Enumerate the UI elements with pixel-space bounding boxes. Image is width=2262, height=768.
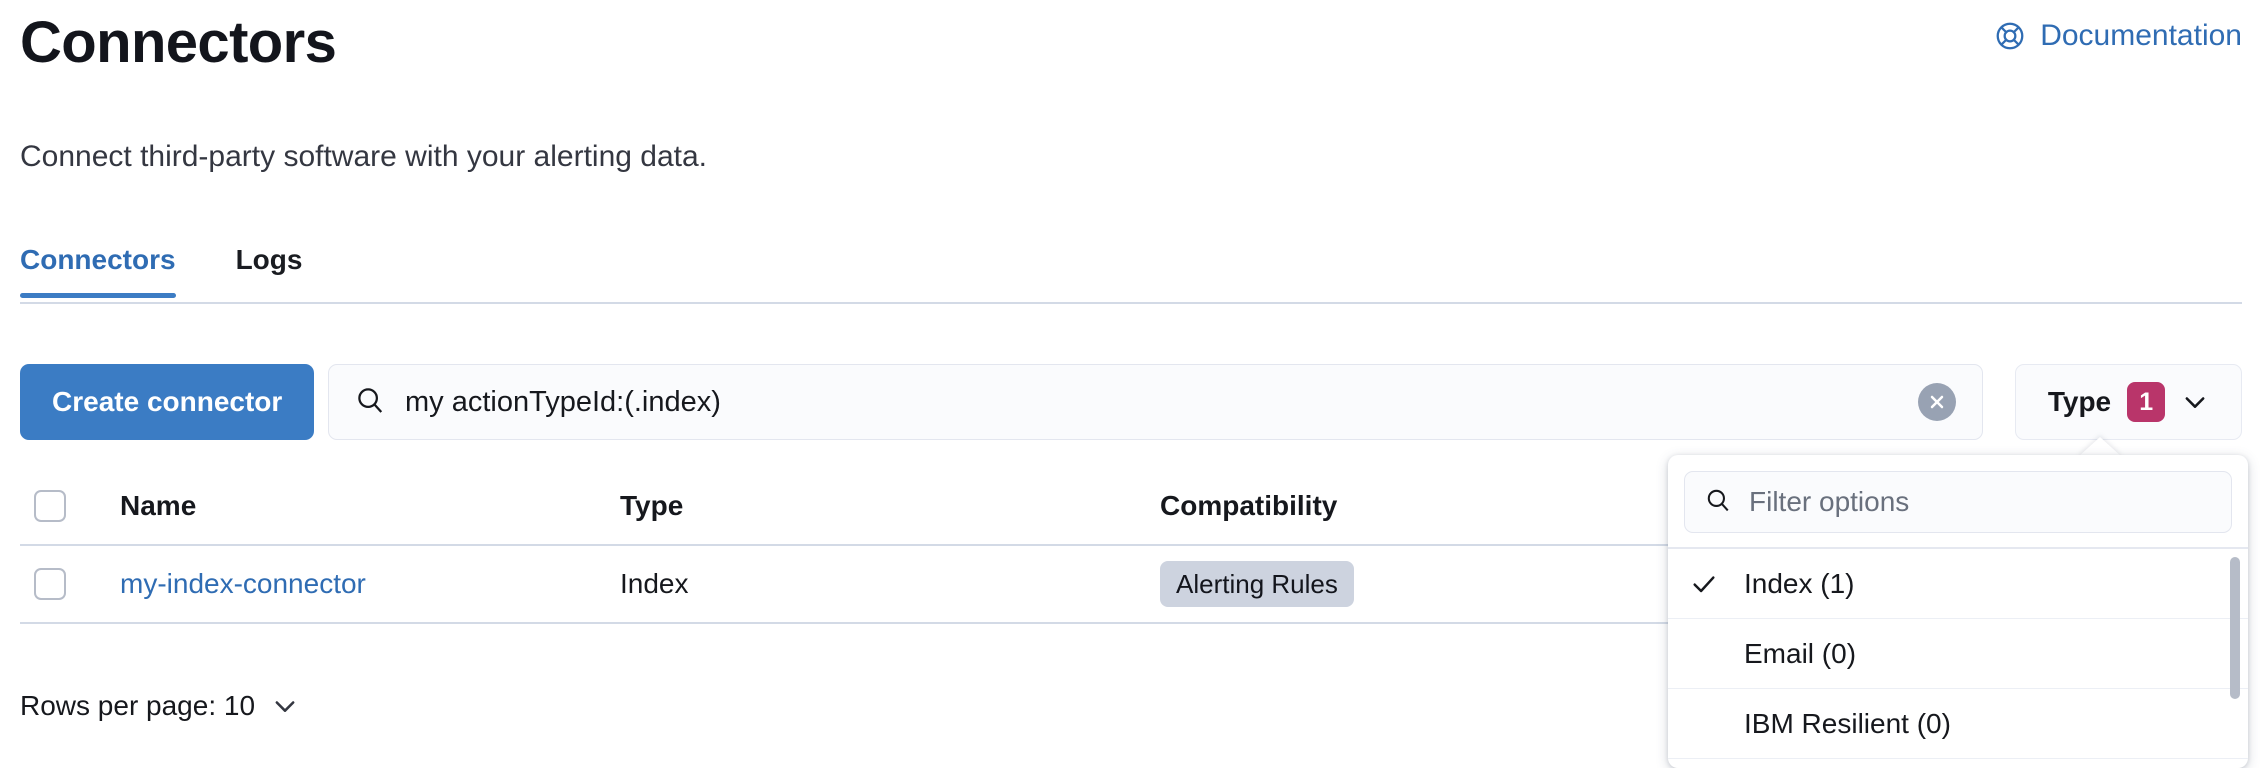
type-option-label: IBM Resilient (0): [1744, 708, 1951, 740]
help-lifebuoy-icon: [1994, 20, 2026, 52]
compatibility-badge: Alerting Rules: [1160, 561, 1354, 607]
connectors-page: Connectors Documentation Connect third-p…: [0, 0, 2262, 768]
cell-name: my-index-connector: [70, 568, 620, 600]
page-title: Connectors: [20, 8, 336, 78]
search-icon: [1703, 487, 1731, 518]
check-icon: [1690, 570, 1744, 598]
type-filter-label: Type: [2048, 386, 2111, 418]
type-filter-popover: Filter options Index (1) Email (0) IBM R…: [1668, 455, 2248, 768]
connector-name-link[interactable]: my-index-connector: [120, 568, 366, 599]
type-filter-count-badge: 1: [2127, 382, 2165, 422]
create-connector-button[interactable]: Create connector: [20, 364, 314, 440]
tab-connectors[interactable]: Connectors: [20, 240, 212, 298]
type-option-email[interactable]: Email (0): [1668, 619, 2248, 689]
column-header-type[interactable]: Type: [620, 490, 1160, 522]
row-checkbox[interactable]: [34, 568, 66, 600]
column-header-name[interactable]: Name: [70, 490, 620, 522]
chevron-down-icon: [271, 692, 299, 720]
search-input-value: my actionTypeId:(.index): [405, 385, 1918, 419]
select-all-checkbox[interactable]: [34, 490, 66, 522]
type-option-partial[interactable]: [1668, 759, 2248, 768]
documentation-link[interactable]: Documentation: [1994, 18, 2242, 54]
clear-cross-icon[interactable]: [1918, 383, 1956, 421]
documentation-label: Documentation: [2040, 18, 2242, 54]
chevron-down-icon: [2181, 388, 2209, 416]
popover-search-wrap: Filter options: [1668, 455, 2248, 547]
tab-connectors-label: Connectors: [20, 244, 176, 275]
rows-per-page-label: Rows per page: 10: [20, 690, 255, 722]
tab-logs-label: Logs: [236, 244, 303, 275]
search-input[interactable]: my actionTypeId:(.index): [328, 364, 1983, 440]
type-options-list: Index (1) Email (0) IBM Resilient (0): [1668, 549, 2248, 768]
rows-per-page-control[interactable]: Rows per page: 10: [20, 690, 299, 722]
tab-bar-divider: [20, 302, 2242, 304]
type-option-index[interactable]: Index (1): [1668, 549, 2248, 619]
tab-bar: Connectors Logs: [20, 240, 2242, 302]
popover-scrollbar[interactable]: [2230, 557, 2240, 699]
type-option-ibm-resilient[interactable]: IBM Resilient (0): [1668, 689, 2248, 759]
filter-options-placeholder: Filter options: [1749, 486, 1909, 518]
page-header: Connectors Documentation: [0, 0, 2262, 84]
type-filter-button[interactable]: Type 1: [2015, 364, 2242, 440]
cell-type: Index: [620, 568, 1160, 600]
toolbar: Create connector my actionTypeId:(.index…: [20, 364, 2242, 440]
page-subtitle: Connect third-party software with your a…: [20, 137, 707, 177]
select-all-cell: [20, 490, 70, 522]
type-option-label: Index (1): [1744, 568, 1855, 600]
filter-options-input[interactable]: Filter options: [1684, 471, 2232, 533]
type-option-label: Email (0): [1744, 638, 1856, 670]
popover-arrow: [2078, 437, 2122, 457]
search-icon: [349, 385, 385, 420]
row-select-cell: [20, 568, 70, 600]
tab-logs[interactable]: Logs: [212, 240, 327, 298]
